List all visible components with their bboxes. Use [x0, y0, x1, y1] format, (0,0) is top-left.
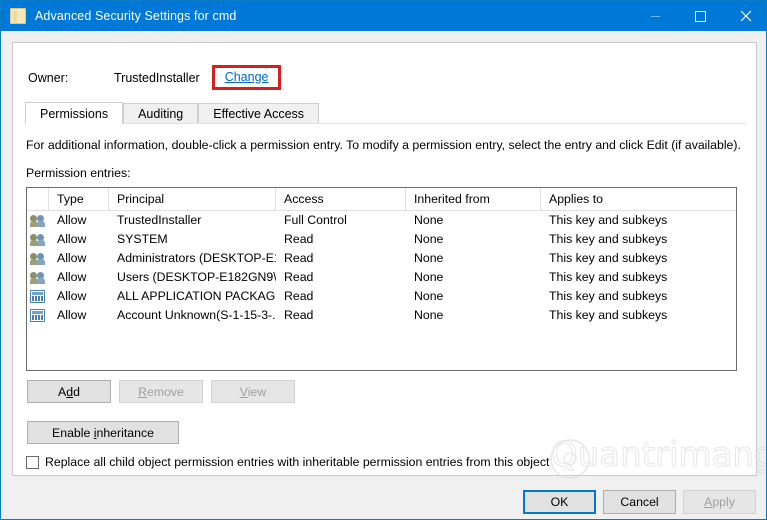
- users-group-icon: [27, 211, 49, 230]
- table-body: Allow TrustedInstaller Full Control None Thi…: [27, 211, 736, 325]
- replace-child-permissions-checkbox[interactable]: [26, 455, 39, 469]
- table-row[interactable]: Allow Administrators (DESKTOP-E18... Read N…: [27, 249, 736, 268]
- users-group-icon: [27, 268, 49, 287]
- cell-applies-to: This key and subkeys: [549, 289, 668, 303]
- app-package-icon: [27, 306, 49, 325]
- table-row[interactable]: Allow ALL APPLICATION PACKAGES Read None Thi…: [27, 287, 736, 306]
- apply-button[interactable]: Apply: [683, 490, 756, 514]
- cell-principal: Account Unknown(S-1-15-3-...: [117, 308, 276, 322]
- table-row[interactable]: Allow SYSTEM Read None This key and subkeys: [27, 230, 736, 249]
- minimize-icon: [651, 15, 660, 17]
- users-group-icon: [27, 249, 49, 268]
- cell-applies-to: This key and subkeys: [549, 270, 668, 284]
- cell-access: Full Control: [284, 213, 347, 227]
- view-button[interactable]: View: [211, 380, 295, 403]
- cell-type: Allow: [57, 270, 87, 284]
- cell-inherited-from: None: [414, 308, 444, 322]
- cell-inherited-from: None: [414, 251, 444, 265]
- column-header-type[interactable]: Type: [49, 188, 109, 210]
- tab-underline: [25, 123, 747, 124]
- maximize-button[interactable]: [678, 1, 723, 31]
- close-icon: [740, 10, 751, 22]
- cell-principal: Users (DESKTOP-E182GN9\Us...: [117, 270, 276, 284]
- column-header-principal[interactable]: Principal: [109, 188, 276, 210]
- cell-applies-to: This key and subkeys: [549, 213, 668, 227]
- table-row[interactable]: Allow Users (DESKTOP-E182GN9\Us... Read Non…: [27, 268, 736, 287]
- cell-type: Allow: [57, 251, 87, 265]
- cell-inherited-from: None: [414, 289, 444, 303]
- table-row[interactable]: Allow Account Unknown(S-1-15-3-... Read Non…: [27, 306, 736, 325]
- app-package-icon: [27, 287, 49, 306]
- cell-access: Read: [284, 289, 314, 303]
- cell-access: Read: [284, 308, 314, 322]
- column-header-icon: [27, 188, 49, 210]
- cell-principal: Administrators (DESKTOP-E18...: [117, 251, 276, 265]
- add-button[interactable]: Add: [27, 380, 111, 403]
- cell-type: Allow: [57, 232, 87, 246]
- cell-type: Allow: [57, 308, 87, 322]
- permission-entries-list[interactable]: Type Principal Access Inherited from App…: [26, 187, 737, 371]
- cell-type: Allow: [57, 213, 87, 227]
- replace-child-permissions-row[interactable]: Replace all child object permission entr…: [26, 455, 549, 469]
- change-owner-highlight: Change: [211, 64, 282, 90]
- replace-child-permissions-label: Replace all child object permission entr…: [45, 455, 550, 469]
- cell-access: Read: [284, 251, 314, 265]
- cell-type: Allow: [57, 289, 87, 303]
- cell-principal: SYSTEM: [117, 232, 168, 246]
- close-button[interactable]: [723, 1, 766, 31]
- tab-permissions[interactable]: Permissions: [25, 102, 124, 124]
- tab-effective-access[interactable]: Effective Access: [198, 103, 320, 124]
- owner-value: TrustedInstaller: [114, 71, 200, 85]
- title-bar: Advanced Security Settings for cmd: [1, 1, 766, 31]
- cell-access: Read: [284, 270, 314, 284]
- tab-strip: Permissions Auditing Effective Access: [25, 102, 320, 124]
- users-group-icon: [27, 230, 49, 249]
- cell-principal: ALL APPLICATION PACKAGES: [117, 289, 276, 303]
- cell-applies-to: This key and subkeys: [549, 232, 668, 246]
- column-header-access[interactable]: Access: [276, 188, 406, 210]
- enable-inheritance-button[interactable]: Enable inheritance: [27, 421, 179, 444]
- cell-inherited-from: None: [414, 213, 444, 227]
- owner-label: Owner:: [28, 71, 69, 85]
- window-title: Advanced Security Settings for cmd: [35, 9, 237, 23]
- cell-access: Read: [284, 232, 314, 246]
- cell-inherited-from: None: [414, 270, 444, 284]
- table-row[interactable]: Allow TrustedInstaller Full Control None Thi…: [27, 211, 736, 230]
- remove-button[interactable]: Remove: [119, 380, 203, 403]
- maximize-icon: [695, 10, 706, 22]
- permission-entries-label: Permission entries:: [26, 166, 131, 180]
- minimize-button[interactable]: [633, 1, 678, 31]
- cell-principal: TrustedInstaller: [117, 213, 202, 227]
- table-header-row: Type Principal Access Inherited from App…: [27, 188, 736, 211]
- change-owner-link[interactable]: Change: [225, 70, 269, 84]
- column-header-applies-to[interactable]: Applies to: [541, 188, 736, 210]
- content-panel: Owner: TrustedInstaller Change Permissio…: [12, 42, 757, 476]
- advanced-security-settings-dialog: Advanced Security Settings for cmd Owner…: [0, 0, 767, 520]
- ok-button[interactable]: OK: [523, 490, 596, 514]
- cell-applies-to: This key and subkeys: [549, 251, 668, 265]
- description-text: For additional information, double-click…: [26, 138, 741, 152]
- cell-inherited-from: None: [414, 232, 444, 246]
- cancel-button[interactable]: Cancel: [603, 490, 676, 514]
- owner-row: Owner: TrustedInstaller Change: [28, 64, 282, 90]
- tab-auditing[interactable]: Auditing: [123, 103, 199, 124]
- column-header-inherited-from[interactable]: Inherited from: [406, 188, 541, 210]
- folder-icon: [10, 8, 26, 24]
- cell-applies-to: This key and subkeys: [549, 308, 668, 322]
